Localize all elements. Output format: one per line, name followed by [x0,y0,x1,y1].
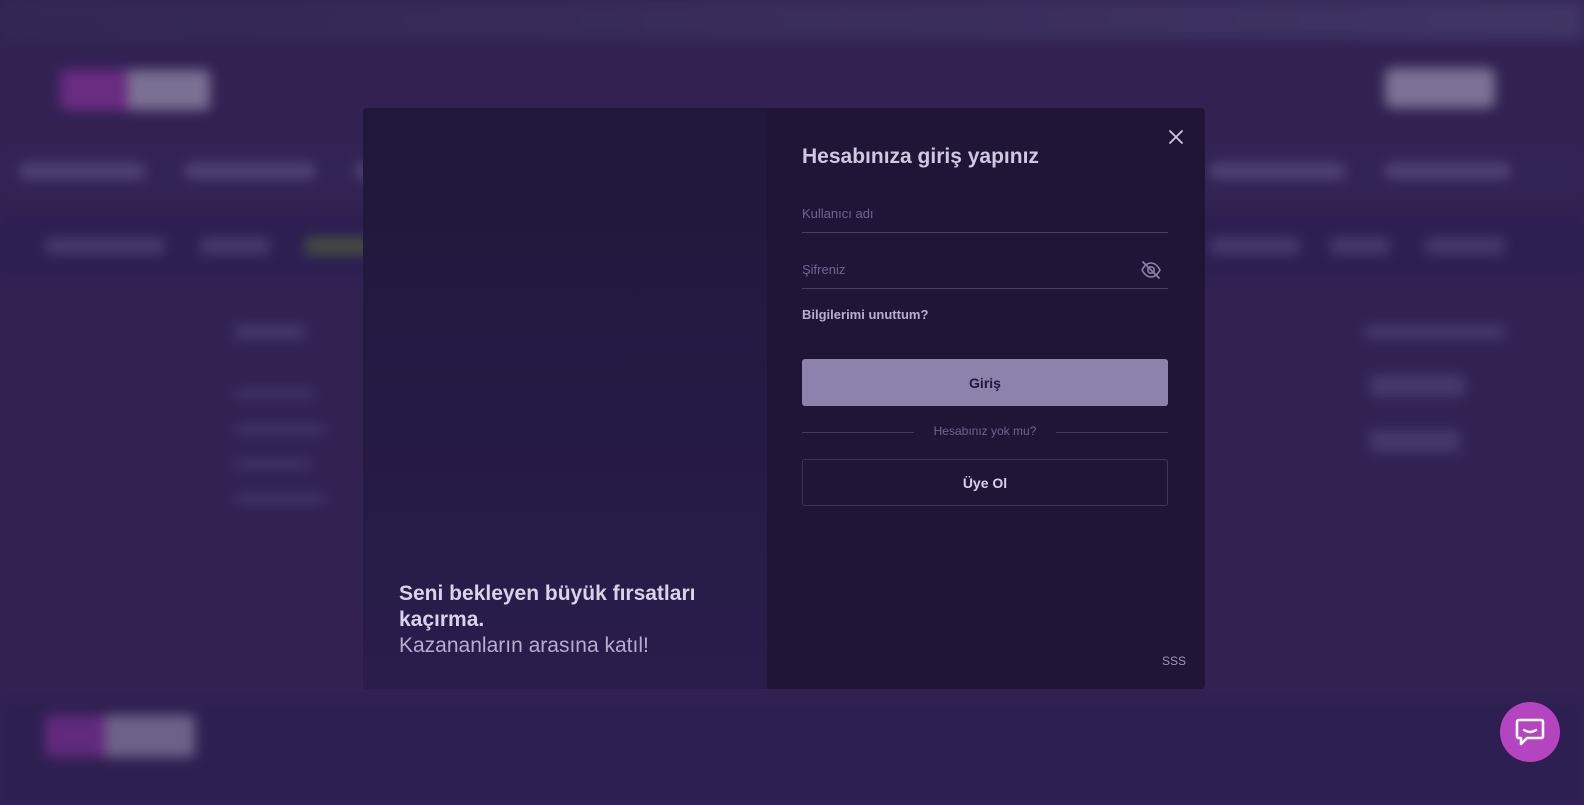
login-button[interactable]: Giriş [802,359,1168,406]
promo-panel: Seni bekleyen büyük fırsatları kaçırma. … [363,108,767,689]
chat-bubble-icon [1515,718,1545,746]
register-button[interactable]: Üye Ol [802,459,1168,506]
close-icon[interactable] [1165,126,1187,148]
promo-subtitle: Kazananların arasına katıl! [399,634,649,657]
faq-link[interactable]: SSS [1162,654,1186,668]
login-modal: Seni bekleyen büyük fırsatları kaçırma. … [363,108,1205,689]
username-field [802,196,1168,233]
divider-text: Hesabınız yok mu? [933,424,1037,438]
chat-widget-button[interactable] [1500,702,1560,762]
eye-off-icon[interactable] [1140,260,1162,280]
promo-title: Seni bekleyen büyük fırsatları kaçırma. [399,582,696,631]
modal-title: Hesabınıza giriş yapınız [802,145,1039,168]
password-input[interactable] [802,258,1122,280]
username-input[interactable] [802,202,1122,224]
register-divider: Hesabınız yok mu? [802,423,1168,441]
promo-text: Seni bekleyen büyük fırsatları kaçırma. … [399,581,729,659]
forgot-password-link[interactable]: Bilgilerimi unuttum? [802,307,928,322]
password-field [802,252,1168,289]
